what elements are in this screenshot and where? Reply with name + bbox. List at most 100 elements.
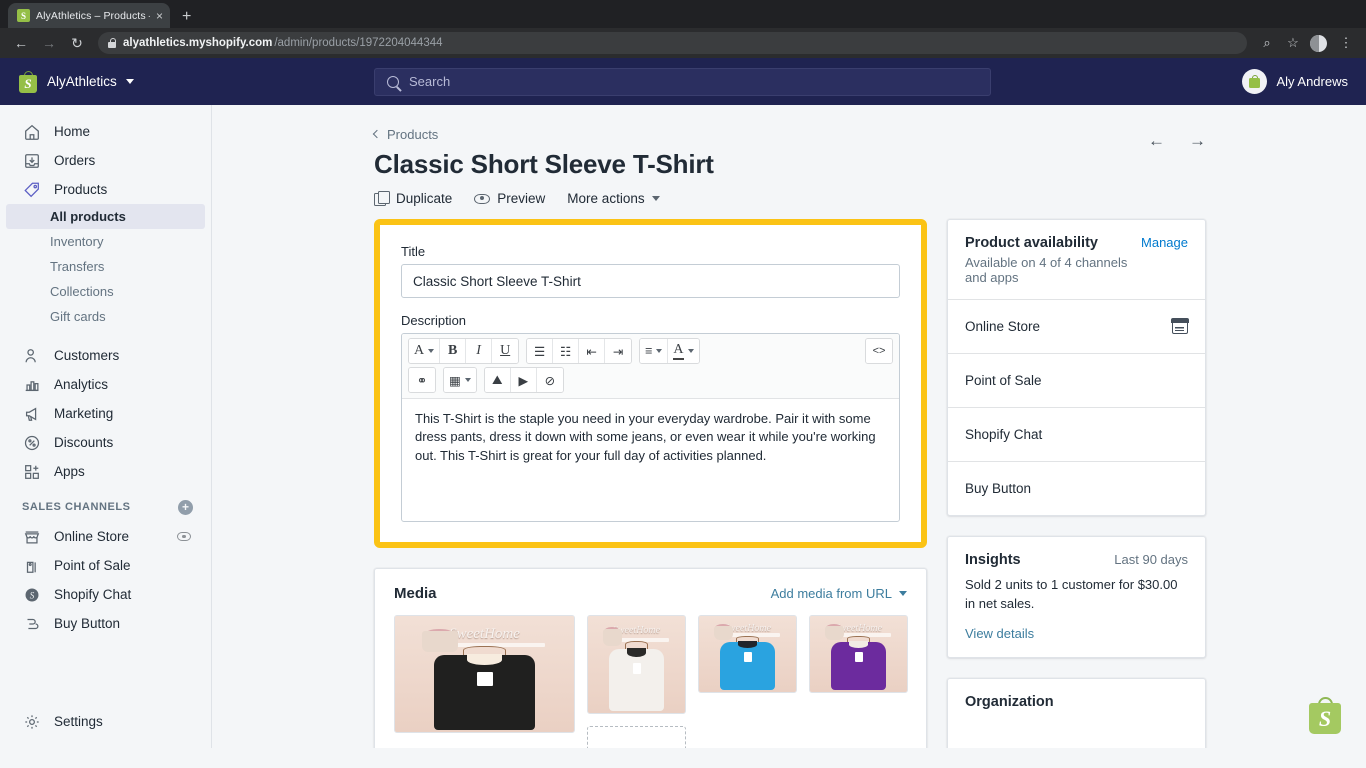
add-media-from-url-button[interactable]: Add media from URL (771, 586, 907, 601)
bold-button[interactable]: B (440, 339, 467, 363)
outdent-button[interactable]: ⇤ (579, 339, 606, 363)
address-bar[interactable]: alyathletics.myshopify.com /admin/produc… (98, 32, 1247, 54)
title-field-block: Title Classic Short Sleeve T-Shirt (401, 244, 900, 298)
align-button[interactable]: ≡ (640, 339, 669, 363)
availability-row-point-of-sale[interactable]: Point of Sale (948, 353, 1205, 407)
duplicate-button[interactable]: Duplicate (374, 191, 452, 206)
table-group: ▦ (443, 367, 477, 393)
underline-button[interactable]: U (492, 339, 519, 363)
insert-image-button[interactable]: ⛰ (484, 368, 511, 392)
code-view-button[interactable]: <> (866, 339, 892, 363)
sidebar-item-discounts[interactable]: Discounts (6, 428, 205, 457)
text-color-button[interactable]: A (668, 339, 699, 363)
back-icon[interactable]: ← (8, 30, 34, 56)
product-photo-black[interactable]: SweetHome (394, 615, 575, 733)
availability-subtitle: Available on 4 of 4 channels and apps (965, 255, 1128, 285)
italic-button[interactable]: I (466, 339, 493, 363)
account-name: Aly Andrews (1276, 74, 1348, 89)
tab-title: AlyAthletics – Products – Cla (36, 9, 150, 22)
manage-link[interactable]: Manage (1141, 235, 1188, 250)
previous-product-button[interactable]: ← (1148, 131, 1165, 151)
title-input[interactable]: Classic Short Sleeve T-Shirt (401, 264, 900, 298)
availability-row-shopify-chat[interactable]: Shopify Chat (948, 407, 1205, 461)
availability-row-online-store[interactable]: Online Store (948, 299, 1205, 353)
view-details-link[interactable]: View details (965, 626, 1188, 641)
browser-tab-strip: S AlyAthletics – Products – Cla × + (0, 0, 1366, 28)
description-textarea[interactable]: This T-Shirt is the staple you need in y… (402, 399, 899, 521)
new-tab-button[interactable]: + (182, 9, 191, 25)
sidebar-item-marketing[interactable]: Marketing (6, 399, 205, 428)
sidebar-item-label: Customers (54, 348, 120, 363)
close-icon[interactable]: × (156, 10, 163, 22)
title-label: Title (401, 244, 426, 259)
sidebar-item-home[interactable]: Home (6, 117, 205, 146)
sidebar-item-settings[interactable]: Settings (6, 707, 205, 736)
insights-header: Insights Last 90 days (948, 537, 1205, 576)
browser-tab[interactable]: S AlyAthletics – Products – Cla × (8, 3, 170, 28)
more-actions-button[interactable]: More actions (567, 191, 660, 206)
sidebar-item-products[interactable]: Products (6, 175, 205, 204)
sidebar-item-all-products[interactable]: All products (6, 204, 205, 229)
shopify-help-button[interactable]: S (1306, 696, 1344, 736)
add-media-label: Add media from URL (770, 586, 892, 601)
sidebar-item-online-store[interactable]: Online Store (6, 522, 205, 551)
font-family-button[interactable]: A (409, 339, 441, 363)
account-menu[interactable]: Aly Andrews (1242, 69, 1348, 94)
side-column: Product availability Available on 4 of 4… (947, 219, 1206, 748)
sidebar-item-collections[interactable]: Collections (6, 279, 205, 304)
sidebar-item-gift-cards[interactable]: Gift cards (6, 304, 205, 329)
lock-icon (108, 38, 117, 48)
bulleted-list-button[interactable]: ☰ (527, 339, 554, 363)
forward-icon[interactable]: → (36, 30, 62, 56)
next-product-button[interactable]: → (1189, 131, 1206, 151)
insert-video-button[interactable]: ▶ (510, 368, 537, 392)
buy-button-icon (22, 614, 41, 633)
sidebar-item-apps[interactable]: Apps (6, 457, 205, 486)
chrome-profile-avatar[interactable] (1310, 34, 1327, 52)
media-title: Media (394, 585, 437, 602)
media-dropzone[interactable] (587, 726, 686, 748)
add-channel-button[interactable]: + (178, 499, 193, 515)
product-photo-purple[interactable]: SweetHome (809, 615, 908, 693)
calendar-icon[interactable] (1171, 318, 1189, 334)
sidebar-item-point-of-sale[interactable]: Point of Sale (6, 551, 205, 580)
preview-button[interactable]: Preview (474, 191, 545, 206)
zoom-icon[interactable]: ⌕ (1255, 35, 1279, 51)
sidebar-item-inventory[interactable]: Inventory (6, 229, 205, 254)
product-pagination: ← → (1148, 131, 1206, 151)
sidebar-subitem-label: Gift cards (50, 309, 106, 324)
sidebar-item-orders[interactable]: Orders (6, 146, 205, 175)
reload-icon[interactable]: ↻ (64, 30, 90, 56)
sidebar-subitem-label: Inventory (50, 234, 104, 249)
discounts-percent-icon (22, 433, 41, 452)
bookmark-star-icon[interactable]: ☆ (1281, 35, 1305, 51)
numbered-list-button[interactable]: ☷ (553, 339, 580, 363)
url-path: /admin/products/1972204044344 (274, 37, 443, 49)
breadcrumb[interactable]: Products (372, 127, 1206, 142)
sidebar-item-buy-button[interactable]: Buy Button (6, 609, 205, 638)
sidebar-item-shopify-chat[interactable]: S Shopify Chat (6, 580, 205, 609)
store-switcher[interactable]: S AlyAthletics (0, 70, 212, 93)
product-photo-blue[interactable]: SweetHome (698, 615, 797, 693)
sidebar-item-label: Home (54, 124, 91, 139)
browser-menu-icon[interactable]: ⋮ (1334, 35, 1358, 51)
clear-formatting-button[interactable]: ⊘ (536, 368, 563, 392)
analytics-icon (22, 375, 41, 394)
insert-link-button[interactable]: ⚭ (409, 368, 435, 392)
search-input[interactable]: Search (374, 67, 991, 96)
indent-button[interactable]: ⇥ (605, 339, 632, 363)
product-photo-white[interactable]: SweetHome (587, 615, 686, 714)
code-group: <> (865, 338, 893, 364)
availability-row-buy-button[interactable]: Buy Button (948, 461, 1205, 515)
sidebar-item-label: Marketing (54, 406, 114, 421)
eye-icon[interactable] (177, 532, 191, 541)
editor-toolbar-row-1: A B I U ☰ ☷ ⇤ ⇥ ≡ A <> (408, 338, 893, 364)
section-title: SALES CHANNELS (22, 501, 131, 513)
sidebar-item-transfers[interactable]: Transfers (6, 254, 205, 279)
sidebar-item-customers[interactable]: Customers (6, 341, 205, 370)
insights-period: Last 90 days (1114, 552, 1188, 567)
insert-table-button[interactable]: ▦ (444, 368, 476, 392)
store-name: AlyAthletics (47, 74, 117, 89)
sidebar-item-analytics[interactable]: Analytics (6, 370, 205, 399)
